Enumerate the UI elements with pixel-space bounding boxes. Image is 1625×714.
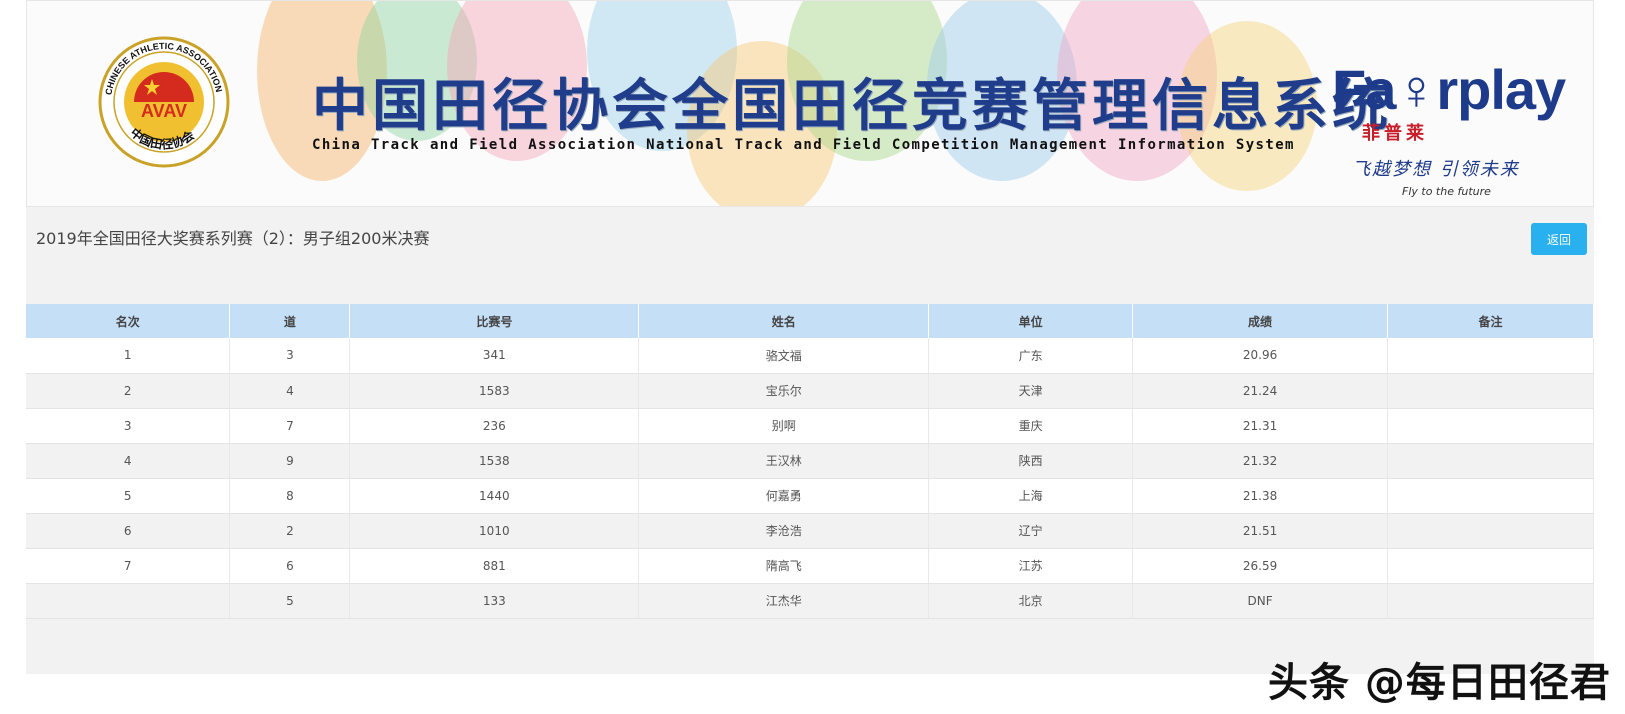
result-header: 成绩 [1132,304,1389,338]
note-cell [1387,408,1594,444]
team-cell: 北京 [928,583,1134,619]
note-cell [1387,478,1594,514]
team-cell: 天津 [928,373,1134,409]
name-cell: 王汉林 [638,443,930,479]
header-banner: AVAV CHINESE ATHLETIC ASSOCIATION 中国田径协会… [26,0,1594,207]
result-cell: 21.51 [1132,513,1389,549]
fairplay-cn-name: 菲普莱 [1362,123,1428,144]
name-cell: 李沧浩 [638,513,930,549]
table-row: 2 4 1583 宝乐尔 天津 21.24 [26,373,1594,409]
back-button[interactable]: 返回 [1531,223,1587,255]
bib-cell: 1583 [349,373,640,409]
team-cell: 上海 [928,478,1134,514]
team-cell: 广东 [928,338,1134,374]
lane-cell: 8 [229,478,351,514]
result-cell: DNF [1132,583,1389,619]
page: AVAV CHINESE ATHLETIC ASSOCIATION 中国田径协会… [0,0,1625,714]
result-cell: 20.96 [1132,338,1389,374]
results-panel: 2019年全国田径大奖赛系列赛（2）：男子组200米决赛 返回 名次道比赛号 姓名… [26,207,1594,674]
results-table: 名次道比赛号 姓名 单位 成绩 备注 1 3 341 骆文福 广东 20.96 2 4 1583 宝乐尔天… [26,304,1594,619]
rank-cell: 7 [26,548,231,584]
team-cell: 辽宁 [928,513,1134,549]
name-cell: 宝乐尔 [638,373,930,409]
system-subtitle: China Track and Field Association Nation… [312,137,1295,153]
table-row: 5 133 江杰华 北京 DNF [26,583,1594,619]
lane-cell: 5 [229,583,351,619]
table-row: 6 2 1010 李沧浩 辽宁 21.51 [26,513,1594,549]
fairplay-en-slogan: Fly to the future [1402,185,1491,198]
result-cell: 21.32 [1132,443,1389,479]
lane-cell: 3 [229,338,351,374]
note-cell [1387,513,1594,549]
team-header: 单位 [928,304,1134,338]
lane-cell: 7 [229,408,351,444]
name-cell: 别啊 [638,408,930,444]
watermark: 头条 @每日田径君 [1268,660,1611,706]
caa-emblem-text: AVAV [141,101,187,121]
table-body: 1 3 341 骆文福 广东 20.96 2 4 1583 宝乐尔 天津 21.24 3 7 236 别啊 重庆… [26,338,1594,619]
table-row: 4 9 1538 王汉林 陕西 21.32 [26,443,1594,479]
name-header: 姓名 [638,304,930,338]
result-cell: 21.24 [1132,373,1389,409]
bib-cell: 236 [349,408,640,444]
bib-cell: 881 [349,548,640,584]
rank-cell: 6 [26,513,231,549]
note-cell [1387,583,1594,619]
bib-cell: 1010 [349,513,640,549]
note-cell [1387,373,1594,409]
rank-cell [26,583,231,619]
bib-cell: 1538 [349,443,640,479]
rank-cell: 4 [26,443,231,479]
table-row: 1 3 341 骆文福 广东 20.96 [26,338,1594,374]
caa-seal-logo: AVAV CHINESE ATHLETIC ASSOCIATION 中国田径协会 [98,36,230,168]
bib-header: 比赛号 [349,304,640,338]
rank-header: 名次 [26,304,231,338]
lane-cell: 6 [229,548,351,584]
name-cell: 何嘉勇 [638,478,930,514]
team-cell: 陕西 [928,443,1134,479]
fairplay-logo: Fa♀rplay 菲普莱 飞越梦想 引领未来 Fly to the future [1332,27,1566,198]
note-cell [1387,338,1594,374]
event-title: 2019年全国田径大奖赛系列赛（2）：男子组200米决赛 [36,229,430,248]
lane-cell: 4 [229,373,351,409]
bib-cell: 1440 [349,478,640,514]
table-header-row: 名次道比赛号 姓名 单位 成绩 备注 [26,304,1594,338]
note-cell [1387,548,1594,584]
note-header: 备注 [1387,304,1594,338]
bib-cell: 133 [349,583,640,619]
result-cell: 21.31 [1132,408,1389,444]
fairplay-slogan: 飞越梦想 引领未来 [1352,159,1520,180]
fairplay-wordmark: Fa♀rplay [1332,58,1566,121]
name-cell: 骆文福 [638,338,930,374]
table-row: 3 7 236 别啊 重庆 21.31 [26,408,1594,444]
result-cell: 26.59 [1132,548,1389,584]
lane-cell: 2 [229,513,351,549]
rank-cell: 3 [26,408,231,444]
rank-cell: 5 [26,478,231,514]
note-cell [1387,443,1594,479]
rank-cell: 2 [26,373,231,409]
name-cell: 江杰华 [638,583,930,619]
rank-cell: 1 [26,338,231,374]
table-row: 5 8 1440 何嘉勇 上海 21.38 [26,478,1594,514]
bib-cell: 341 [349,338,640,374]
team-cell: 重庆 [928,408,1134,444]
table-row: 7 6 881 隋高飞 江苏 26.59 [26,548,1594,584]
team-cell: 江苏 [928,548,1134,584]
result-cell: 21.38 [1132,478,1389,514]
name-cell: 隋高飞 [638,548,930,584]
system-title: 中国田径协会全国田径竞赛管理信息系统 [312,73,1392,139]
lane-cell: 9 [229,443,351,479]
lane-header: 道 [229,304,351,338]
